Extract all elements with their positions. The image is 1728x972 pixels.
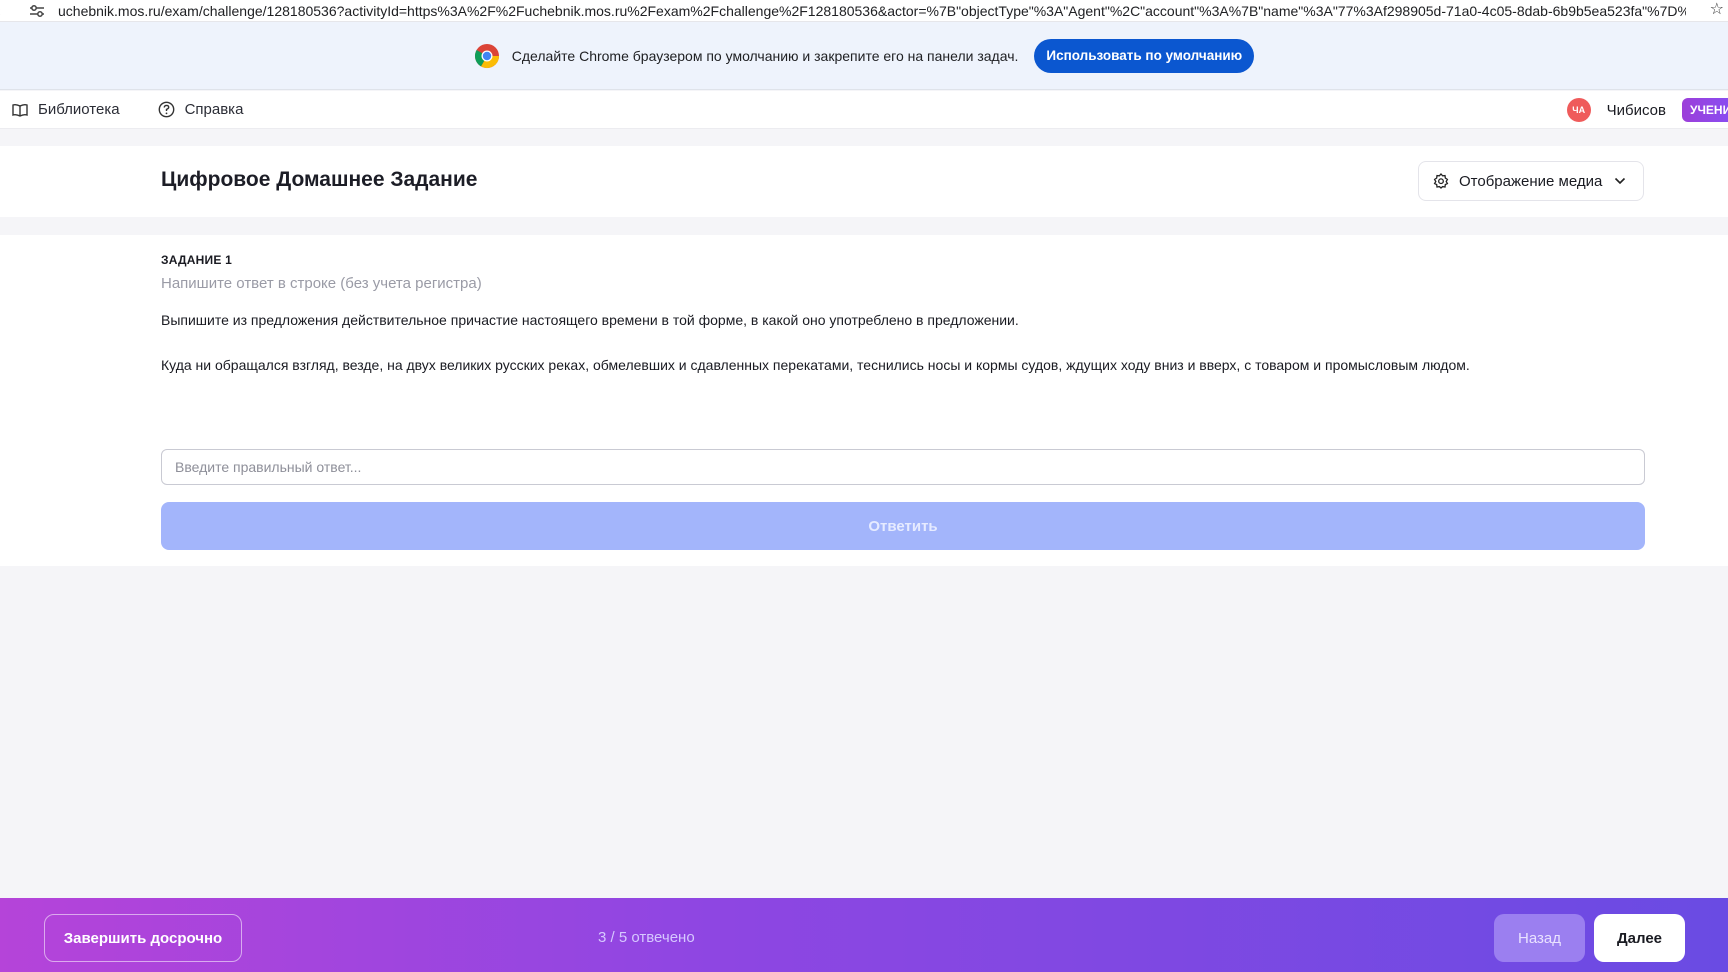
gear-icon <box>1433 173 1449 189</box>
username[interactable]: Чибисов <box>1607 102 1666 119</box>
book-icon <box>12 103 28 117</box>
finish-early-button[interactable]: Завершить досрочно <box>44 914 242 962</box>
page-title: Цифровое Домашнее Задание <box>161 168 478 191</box>
nav-help-label: Справка <box>184 101 244 118</box>
user-menu[interactable]: ЧА Чибисов УЧЕНИ <box>1566 91 1728 129</box>
answer-input[interactable] <box>161 449 1645 485</box>
chevron-down-icon <box>1615 177 1626 185</box>
url-text[interactable]: uchebnik.mos.ru/exam/challenge/128180536… <box>58 3 1686 19</box>
progress-counter: 3 / 5 отвечено <box>598 929 695 946</box>
task-question: Выпишите из предложения действительное п… <box>161 312 1019 328</box>
question-circle-icon <box>158 101 174 118</box>
bottom-bar: Завершить досрочно 3 / 5 отвечено Назад … <box>0 898 1728 972</box>
task-card: ЗАДАНИЕ 1 Напишите ответ в строке (без у… <box>0 235 1728 566</box>
task-number: ЗАДАНИЕ 1 <box>161 253 232 267</box>
top-navigation: Библиотека Справка ЧА Чибисов УЧЕНИ <box>0 91 1728 129</box>
browser-address-bar[interactable]: ‹ uchebnik.mos.ru/exam/challenge/1281805… <box>0 0 1728 22</box>
media-display-dropdown[interactable]: Отображение медиа <box>1418 161 1644 201</box>
role-badge: УЧЕНИ <box>1682 98 1728 122</box>
bookmark-star-icon[interactable]: ☆ <box>1710 0 1724 20</box>
use-as-default-button[interactable]: Использовать по умолчанию <box>1034 38 1255 73</box>
back-arrow-icon[interactable]: ‹ <box>0 3 10 19</box>
submit-answer-button[interactable]: Ответить <box>161 502 1645 550</box>
site-settings-icon[interactable] <box>24 0 50 21</box>
page-header: Цифровое Домашнее Задание Отображение ме… <box>0 146 1728 217</box>
media-display-label: Отображение медиа <box>1459 172 1603 190</box>
banner-text: Сделайте Chrome браузером по умолчанию и… <box>511 47 1019 64</box>
task-sentence: Куда ни обращался взгляд, везде, на двух… <box>161 357 1470 373</box>
back-button[interactable]: Назад <box>1494 914 1585 962</box>
chrome-logo-icon <box>474 43 499 68</box>
nav-help[interactable]: Справка <box>158 101 244 118</box>
nav-library[interactable]: Библиотека <box>12 101 120 118</box>
task-hint: Напишите ответ в строке (без учета регис… <box>161 275 482 292</box>
nav-library-label: Библиотека <box>38 101 120 118</box>
default-browser-banner: Сделайте Chrome браузером по умолчанию и… <box>0 22 1728 90</box>
avatar[interactable]: ЧА <box>1566 98 1591 122</box>
next-button[interactable]: Далее <box>1594 914 1685 962</box>
